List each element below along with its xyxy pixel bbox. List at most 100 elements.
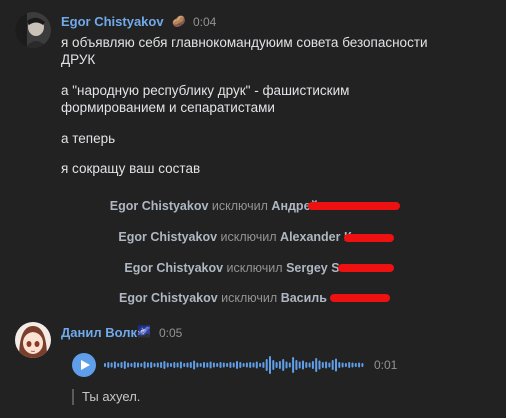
waveform-bar bbox=[302, 360, 304, 370]
waveform-bar bbox=[120, 362, 123, 368]
service-verb: исключил bbox=[220, 230, 277, 244]
waveform-bar bbox=[338, 362, 341, 368]
message-text-line: я сокращу ваш состав bbox=[61, 161, 201, 176]
service-verb: исключил bbox=[211, 199, 268, 213]
waveform-bar bbox=[212, 362, 215, 368]
waveform-bar bbox=[315, 358, 318, 372]
message-text-line: а теперь bbox=[61, 131, 116, 146]
waveform-bar bbox=[203, 362, 205, 368]
waveform-bar bbox=[282, 359, 285, 371]
waveform-bar bbox=[226, 363, 229, 367]
voice-duration: 0:01 bbox=[374, 358, 398, 372]
message-time[interactable]: 0:05 bbox=[159, 326, 182, 340]
waveform-bar bbox=[110, 362, 113, 368]
avatar-egor[interactable] bbox=[15, 12, 51, 48]
service-message-kick: Egor Chistyakov исключил Андрей bbox=[0, 199, 506, 213]
waveform-bar bbox=[176, 362, 179, 368]
author-name[interactable]: Данил Волк bbox=[61, 325, 137, 340]
waveform-bar bbox=[216, 363, 219, 367]
service-message-kick: Egor Chistyakov исключил Sergey S bbox=[0, 261, 506, 275]
message-text-line: а "народную республику друк" - фашистиск… bbox=[61, 83, 350, 98]
redaction-mark bbox=[330, 294, 390, 302]
author-name[interactable]: Egor Chistyakov bbox=[61, 14, 164, 29]
service-actor[interactable]: Egor Chistyakov bbox=[110, 199, 209, 213]
waveform-bar bbox=[361, 363, 364, 367]
waveform-bar bbox=[160, 362, 163, 368]
waveform-bar bbox=[295, 360, 298, 370]
waveform-bar bbox=[318, 360, 321, 370]
service-verb: исключил bbox=[226, 261, 283, 275]
waveform-bar bbox=[239, 362, 242, 368]
waveform-bar bbox=[262, 362, 265, 368]
redaction-mark bbox=[338, 264, 394, 272]
waveform-bar bbox=[354, 363, 357, 367]
waveform-bar bbox=[344, 363, 347, 367]
waveform-bar bbox=[285, 361, 288, 369]
waveform-bar bbox=[229, 362, 232, 368]
waveform-bar bbox=[298, 361, 301, 369]
service-actor[interactable]: Egor Chistyakov bbox=[118, 230, 217, 244]
waveform-bar bbox=[170, 363, 172, 367]
service-message-kick: Egor Chistyakov исключил Василь bbox=[0, 291, 506, 305]
potato-emoji-icon: 🥔 bbox=[172, 16, 186, 28]
waveform-bar bbox=[209, 361, 212, 369]
waveform-bar bbox=[358, 362, 361, 368]
waveform-bar bbox=[127, 362, 130, 368]
waveform-bar bbox=[236, 361, 238, 369]
waveform-bar bbox=[206, 362, 209, 368]
waveform-bar bbox=[341, 362, 344, 368]
waveform-bar bbox=[130, 363, 133, 367]
waveform-bar bbox=[153, 363, 156, 367]
waveform-bar bbox=[259, 363, 262, 367]
service-target[interactable]: Sergey S bbox=[286, 261, 340, 275]
waveform-bar bbox=[140, 363, 143, 367]
waveform-bar bbox=[166, 362, 169, 368]
waveform-bar bbox=[183, 363, 186, 367]
waveform-bar bbox=[219, 362, 222, 368]
service-target[interactable]: Alexander К bbox=[280, 230, 352, 244]
waveform-bar bbox=[123, 361, 126, 369]
play-button[interactable] bbox=[72, 353, 96, 377]
waveform-bar bbox=[156, 362, 159, 368]
service-target[interactable]: Василь bbox=[281, 291, 327, 305]
waveform-bar bbox=[113, 361, 116, 369]
waveform-bar bbox=[255, 361, 258, 369]
waveform-bar bbox=[265, 359, 268, 371]
redaction-mark bbox=[344, 234, 394, 242]
message-text-line: я объявляю себя главнокомандуюим совета … bbox=[61, 35, 428, 50]
avatar-danil[interactable] bbox=[15, 322, 51, 358]
waveform-bar bbox=[245, 362, 248, 368]
waveform-bar bbox=[232, 362, 235, 368]
waveform-bar bbox=[146, 362, 149, 368]
waveform-bar bbox=[249, 362, 252, 368]
waveform-bar bbox=[173, 362, 176, 368]
message-text-line: ДРУК bbox=[61, 52, 96, 67]
waveform-bar bbox=[351, 362, 354, 368]
reply-text: Ты ахуел. bbox=[82, 389, 141, 404]
waveform-bar bbox=[321, 362, 324, 368]
waveform-bar bbox=[311, 361, 314, 369]
voice-waveform[interactable] bbox=[104, 352, 366, 378]
waveform-bar bbox=[275, 362, 278, 368]
waveform-bar bbox=[269, 356, 271, 374]
galaxy-emoji-icon: 🌌 bbox=[137, 326, 151, 338]
waveform-bar bbox=[272, 360, 275, 370]
message-egor: Egor Chistyakov 🥔 0:04 я объявляю себя г… bbox=[0, 0, 506, 190]
waveform-bar bbox=[348, 362, 351, 368]
service-actor[interactable]: Egor Chistyakov bbox=[124, 261, 223, 275]
service-verb: исключил bbox=[221, 291, 278, 305]
service-actor[interactable]: Egor Chistyakov bbox=[119, 291, 218, 305]
waveform-bar bbox=[242, 363, 245, 367]
waveform-bar bbox=[305, 362, 308, 368]
waveform-bar bbox=[104, 363, 106, 367]
waveform-bar bbox=[107, 362, 110, 368]
waveform-bar bbox=[252, 362, 255, 368]
waveform-bar bbox=[186, 362, 189, 368]
waveform-bar bbox=[199, 363, 202, 367]
waveform-bar bbox=[308, 362, 311, 368]
waveform-bar bbox=[196, 362, 199, 368]
message-time[interactable]: 0:04 bbox=[193, 15, 216, 29]
waveform-bar bbox=[189, 362, 192, 368]
waveform-bar bbox=[325, 361, 328, 369]
waveform-bar bbox=[335, 358, 337, 372]
